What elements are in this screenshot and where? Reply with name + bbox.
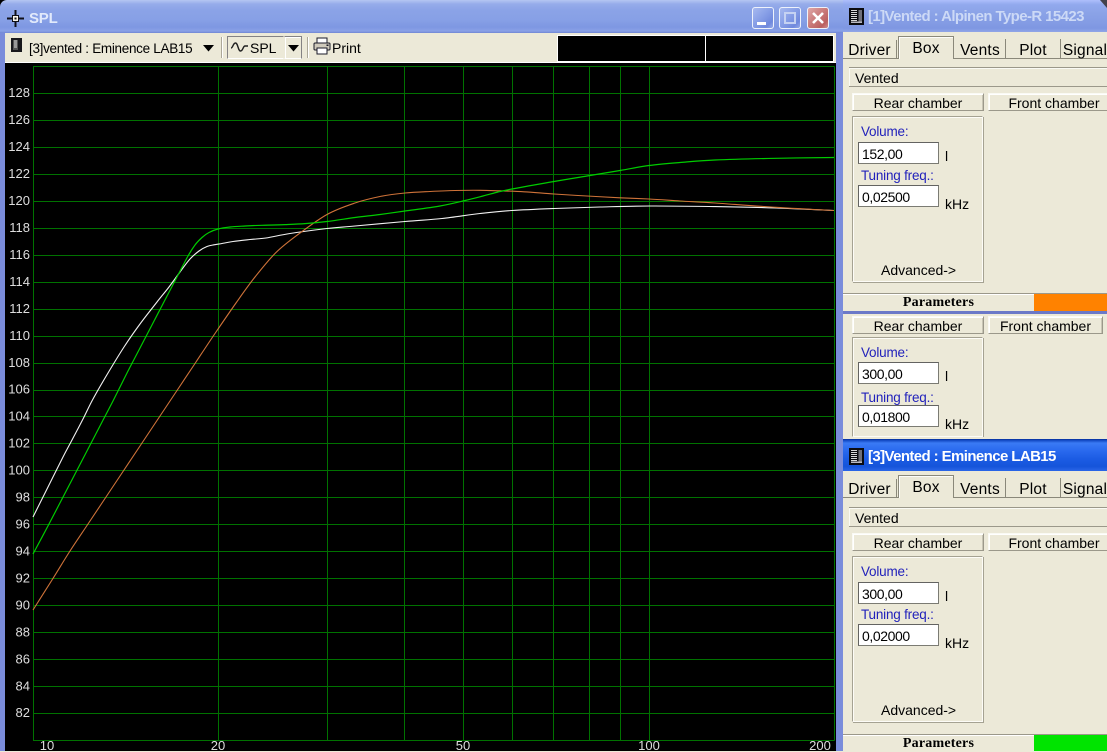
- svg-text:104: 104: [8, 409, 30, 424]
- svg-text:92: 92: [16, 570, 30, 585]
- svg-text:118: 118: [9, 220, 30, 235]
- svg-text:20: 20: [211, 738, 225, 751]
- svg-text:112: 112: [9, 301, 30, 316]
- svg-text:90: 90: [16, 597, 30, 612]
- svg-text:88: 88: [16, 624, 30, 639]
- svg-text:94: 94: [16, 544, 30, 559]
- svg-text:102: 102: [8, 436, 30, 451]
- svg-text:86: 86: [16, 651, 30, 666]
- svg-text:114: 114: [9, 274, 30, 289]
- svg-text:50: 50: [456, 738, 470, 751]
- svg-text:82: 82: [16, 705, 30, 720]
- svg-text:106: 106: [8, 382, 30, 397]
- svg-text:120: 120: [8, 193, 30, 208]
- svg-text:100: 100: [638, 738, 660, 751]
- svg-text:10: 10: [40, 738, 54, 751]
- svg-text:84: 84: [16, 678, 30, 693]
- svg-text:110: 110: [9, 328, 30, 343]
- svg-text:124: 124: [8, 139, 30, 154]
- svg-text:128: 128: [8, 85, 30, 100]
- svg-text:96: 96: [16, 517, 30, 532]
- svg-text:116: 116: [9, 247, 30, 262]
- svg-text:200: 200: [809, 738, 831, 751]
- svg-text:98: 98: [16, 490, 30, 505]
- svg-text:108: 108: [8, 355, 30, 370]
- svg-text:100: 100: [8, 463, 30, 478]
- svg-text:126: 126: [8, 112, 30, 127]
- svg-text:122: 122: [8, 166, 30, 181]
